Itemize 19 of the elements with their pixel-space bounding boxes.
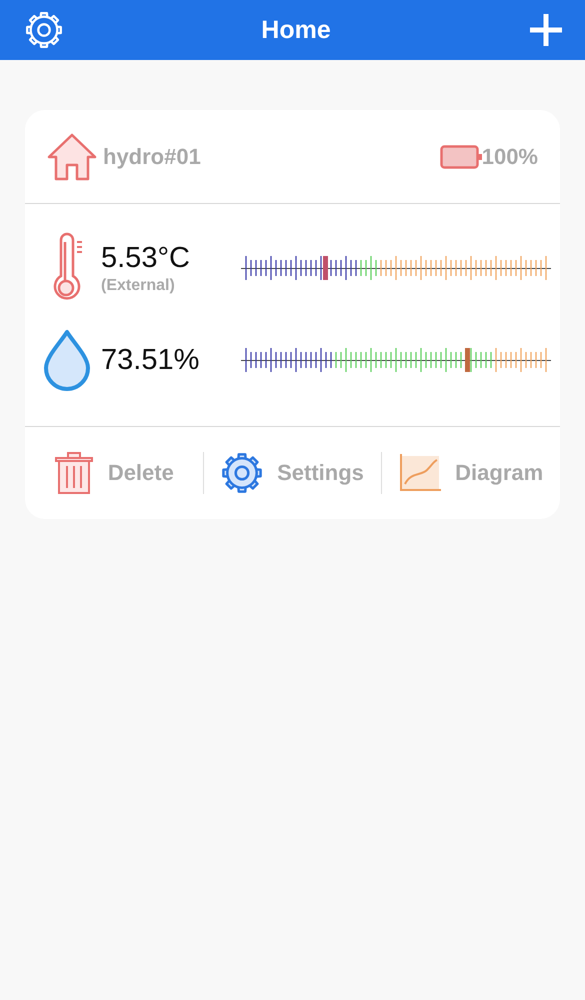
reading-value: 5.53°C bbox=[101, 242, 191, 274]
trash-icon bbox=[54, 452, 94, 494]
settings-button[interactable]: Settings bbox=[204, 452, 382, 494]
gear-icon bbox=[221, 452, 264, 494]
reading-value: 73.51% bbox=[101, 344, 200, 376]
reading-note: (External) bbox=[101, 276, 176, 294]
settings-button[interactable] bbox=[25, 11, 63, 49]
screen-title: Home bbox=[261, 16, 331, 44]
add-button[interactable] bbox=[529, 13, 563, 47]
chart-icon bbox=[399, 454, 442, 492]
battery-level: 100% bbox=[482, 144, 538, 170]
house-icon bbox=[47, 132, 97, 180]
diagram-button[interactable]: Diagram bbox=[382, 454, 560, 492]
battery-icon bbox=[440, 144, 482, 168]
water-drop-icon bbox=[42, 329, 92, 391]
plus-icon bbox=[529, 13, 563, 47]
delete-button[interactable]: Delete bbox=[25, 452, 203, 494]
device-name: hydro#01 bbox=[103, 144, 202, 170]
gear-icon bbox=[25, 11, 63, 49]
